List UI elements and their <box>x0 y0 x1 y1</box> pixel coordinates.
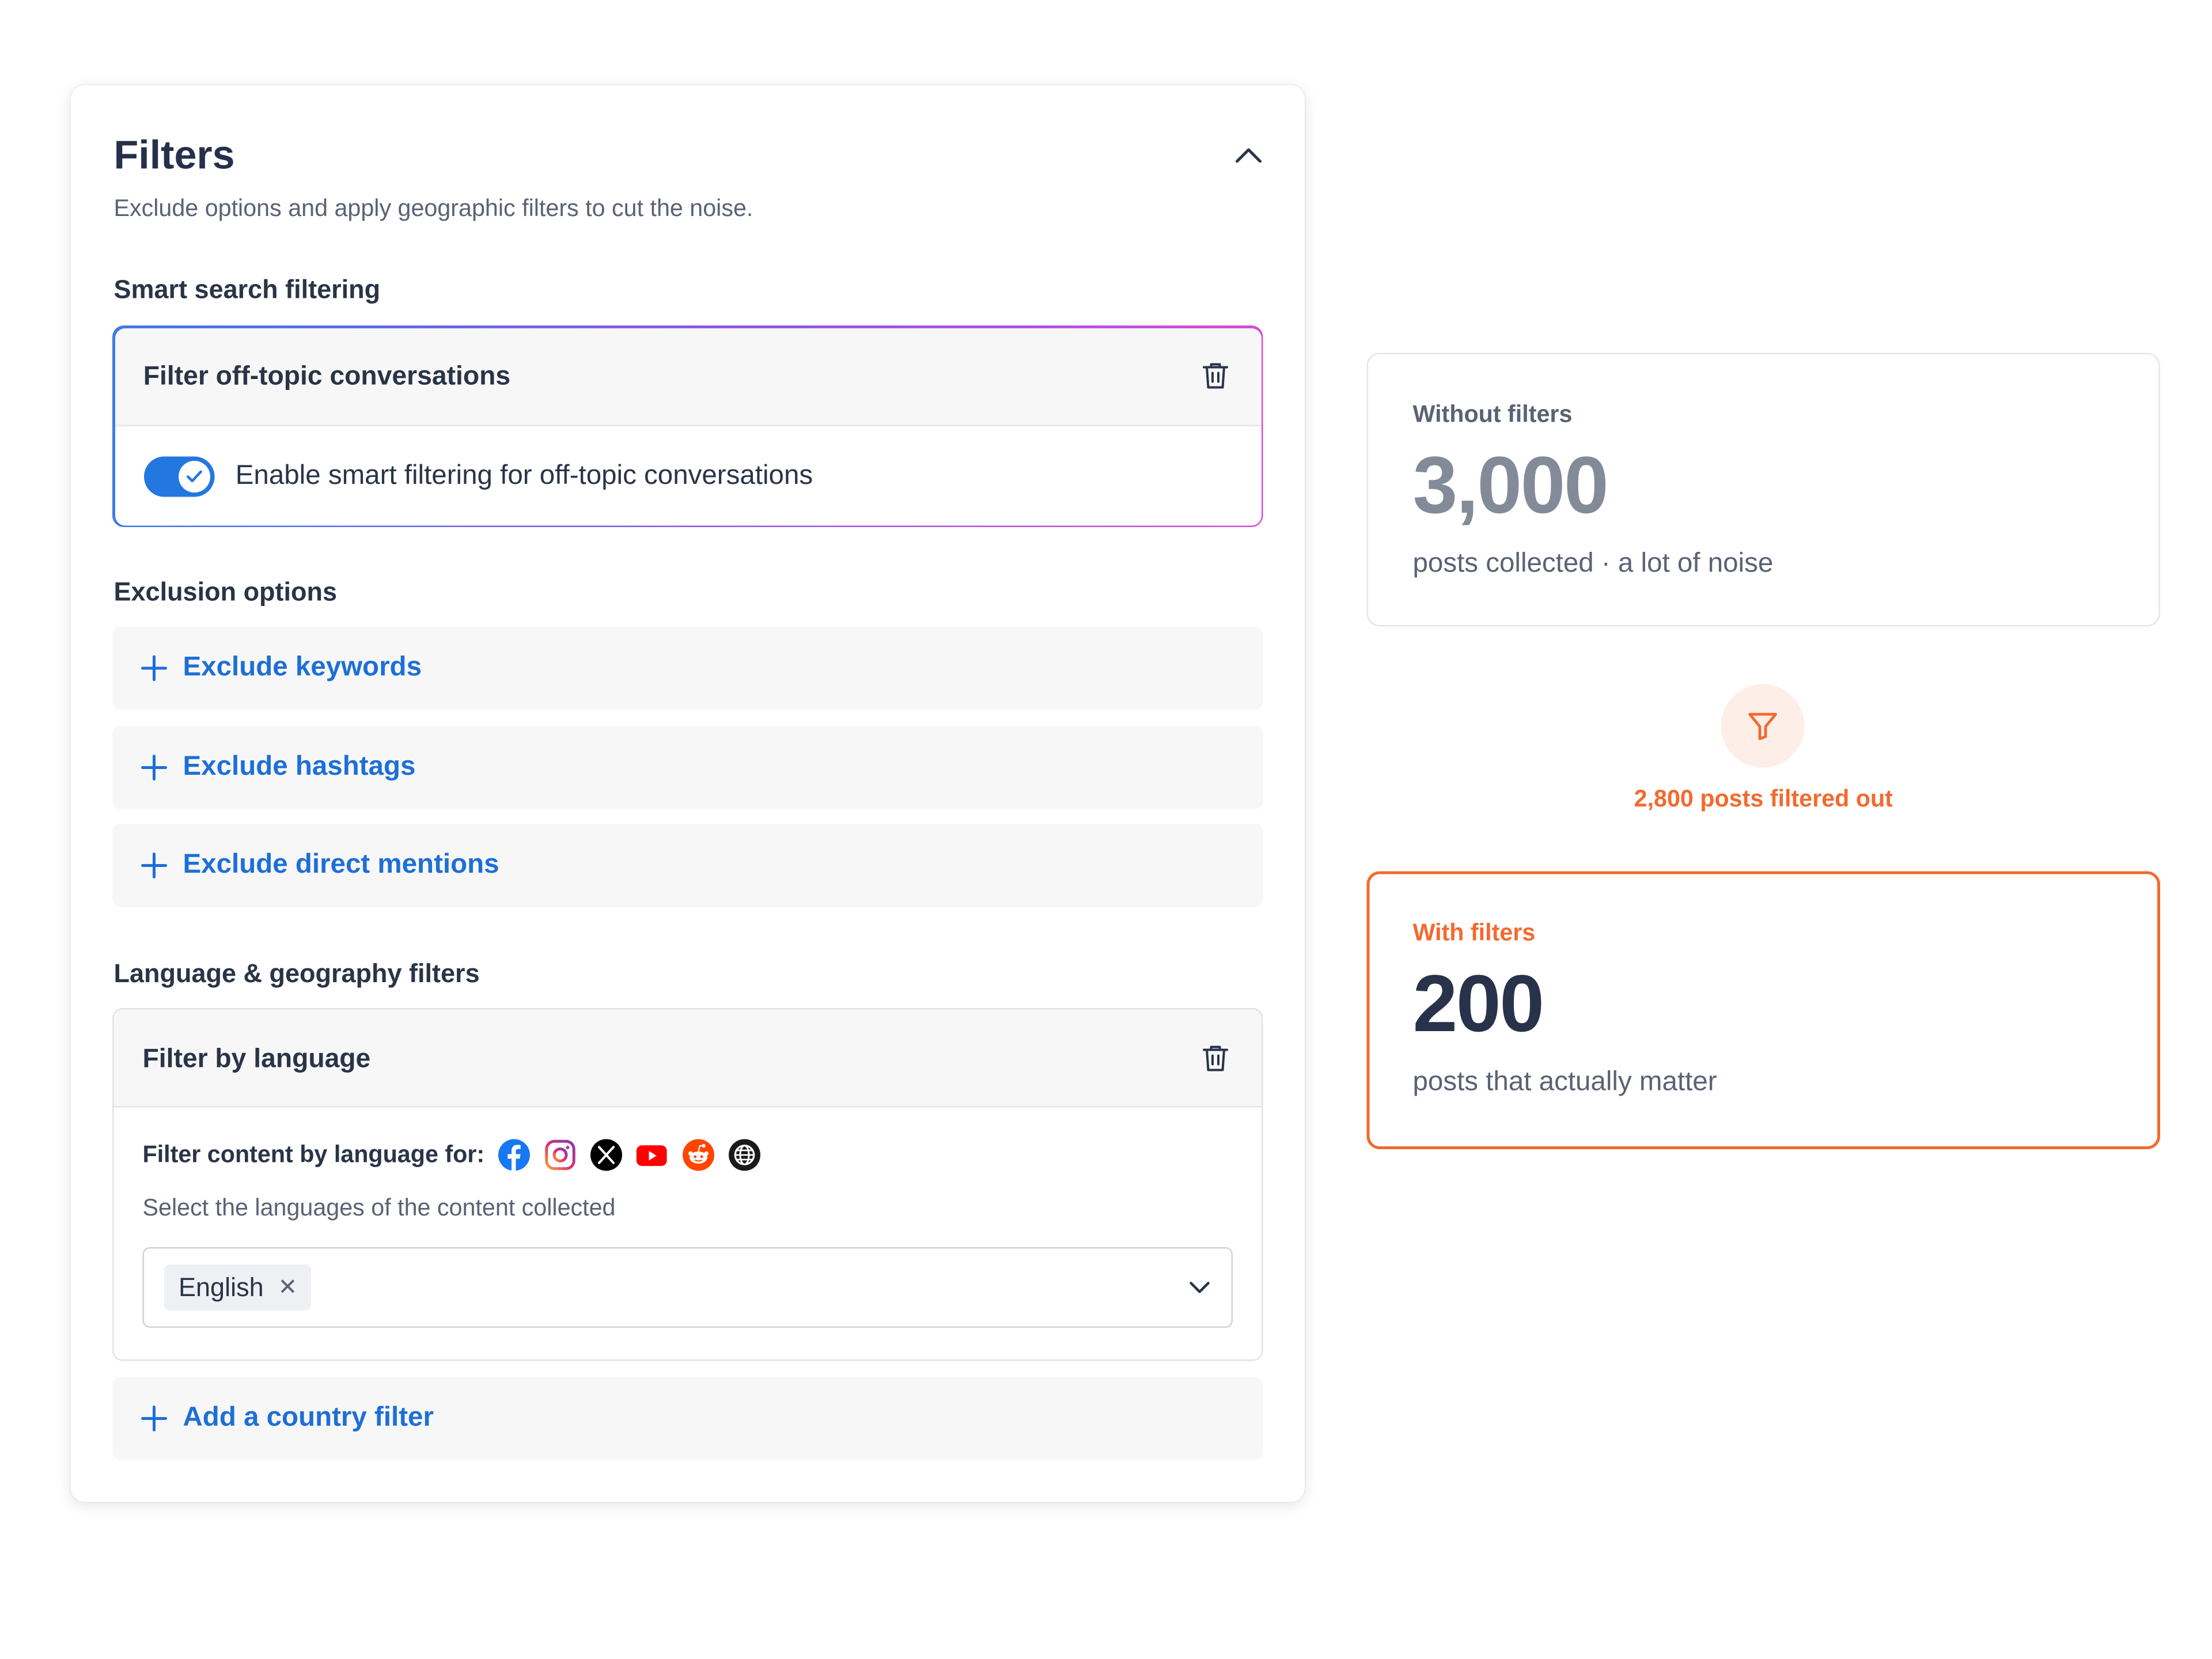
check-icon <box>185 469 202 482</box>
language-hint: Select the languages of the content coll… <box>142 1195 616 1221</box>
filters-subtitle: Exclude options and apply geographic fil… <box>113 196 753 222</box>
smart-filter-panel-title: Filter off-topic conversations <box>143 360 511 391</box>
filters-card: Filters Exclude options and apply geogra… <box>70 85 1305 1502</box>
plus-icon <box>140 851 169 880</box>
instagram-icon <box>544 1138 577 1172</box>
language-for-label: Filter content by language for: <box>142 1141 485 1168</box>
without-filters-caption: posts collected · a lot of noise <box>1412 548 1774 579</box>
add-country-filter-button[interactable]: Add a country filter <box>112 1377 1263 1460</box>
chevron-down-icon[interactable] <box>1188 1281 1211 1295</box>
with-filters-caption: posts that actually matter <box>1412 1067 1717 1098</box>
remove-language-icon[interactable]: ✕ <box>278 1273 298 1302</box>
language-select[interactable]: English ✕ <box>142 1247 1233 1328</box>
trash-icon <box>1203 1045 1228 1071</box>
filters-title: Filters <box>113 132 235 177</box>
smart-filter-toggle-label: Enable smart filtering for off-topic con… <box>235 460 813 491</box>
add-country-filter-label: Add a country filter <box>183 1403 434 1433</box>
chevron-up-icon <box>1236 148 1262 163</box>
exclude-keywords-button[interactable]: Exclude keywords <box>112 626 1263 710</box>
smart-filter-toggle-row: Enable smart filtering for off-topic con… <box>115 426 1261 525</box>
plus-icon <box>140 753 169 782</box>
exclude-direct-mentions-button[interactable]: Exclude direct mentions <box>112 824 1263 907</box>
with-filters-value: 200 <box>1412 957 1545 1049</box>
x-icon <box>590 1138 623 1172</box>
collapse-button[interactable] <box>1230 137 1267 175</box>
language-filter-panel-header: Filter by language <box>113 1009 1262 1108</box>
plus-icon <box>140 654 169 683</box>
exclude-direct-mentions-label: Exclude direct mentions <box>183 850 499 880</box>
funnel-icon <box>1748 713 1777 740</box>
smart-filter-panel-header: Filter off-topic conversations <box>114 327 1261 426</box>
smart-search-heading: Smart search filtering <box>113 275 381 304</box>
without-filters-value: 3,000 <box>1412 439 1609 531</box>
delete-smart-filter-button[interactable] <box>1198 359 1232 393</box>
reddit-icon <box>682 1138 715 1172</box>
smart-filter-toggle[interactable] <box>143 456 214 497</box>
without-filters-card: Without filters 3,000 posts collected · … <box>1366 353 2160 627</box>
facebook-icon <box>498 1138 531 1172</box>
exclude-hashtags-button[interactable]: Exclude hashtags <box>112 726 1263 809</box>
page: Filters Exclude options and apply geogra… <box>0 0 2212 1659</box>
delete-language-filter-button[interactable] <box>1198 1040 1233 1075</box>
language-geography-heading: Language & geography filters <box>113 959 480 988</box>
language-filter-panel: Filter by language Filter content by lan… <box>112 1008 1263 1361</box>
funnel-badge <box>1721 684 1805 768</box>
with-filters-label: With filters <box>1412 920 1536 946</box>
smart-filter-panel: Filter off-topic conversations Enable sm… <box>112 325 1263 527</box>
plus-icon <box>140 1404 169 1433</box>
language-filter-panel-title: Filter by language <box>142 1041 371 1073</box>
with-filters-card: With filters 200 posts that actually mat… <box>1366 871 2160 1149</box>
filtered-out-text: 2,800 posts filtered out <box>1634 786 1893 812</box>
web-icon <box>728 1138 762 1172</box>
exclusion-options-heading: Exclusion options <box>113 577 338 607</box>
language-chip: English ✕ <box>164 1264 312 1310</box>
trash-icon <box>1202 363 1228 389</box>
exclude-hashtags-label: Exclude hashtags <box>183 752 416 782</box>
language-chip-label: English <box>179 1272 264 1301</box>
without-filters-label: Without filters <box>1412 402 1573 428</box>
language-platforms-row: Filter content by language for: <box>143 1137 1233 1174</box>
youtube-icon <box>636 1138 669 1172</box>
exclude-keywords-label: Exclude keywords <box>183 652 422 683</box>
